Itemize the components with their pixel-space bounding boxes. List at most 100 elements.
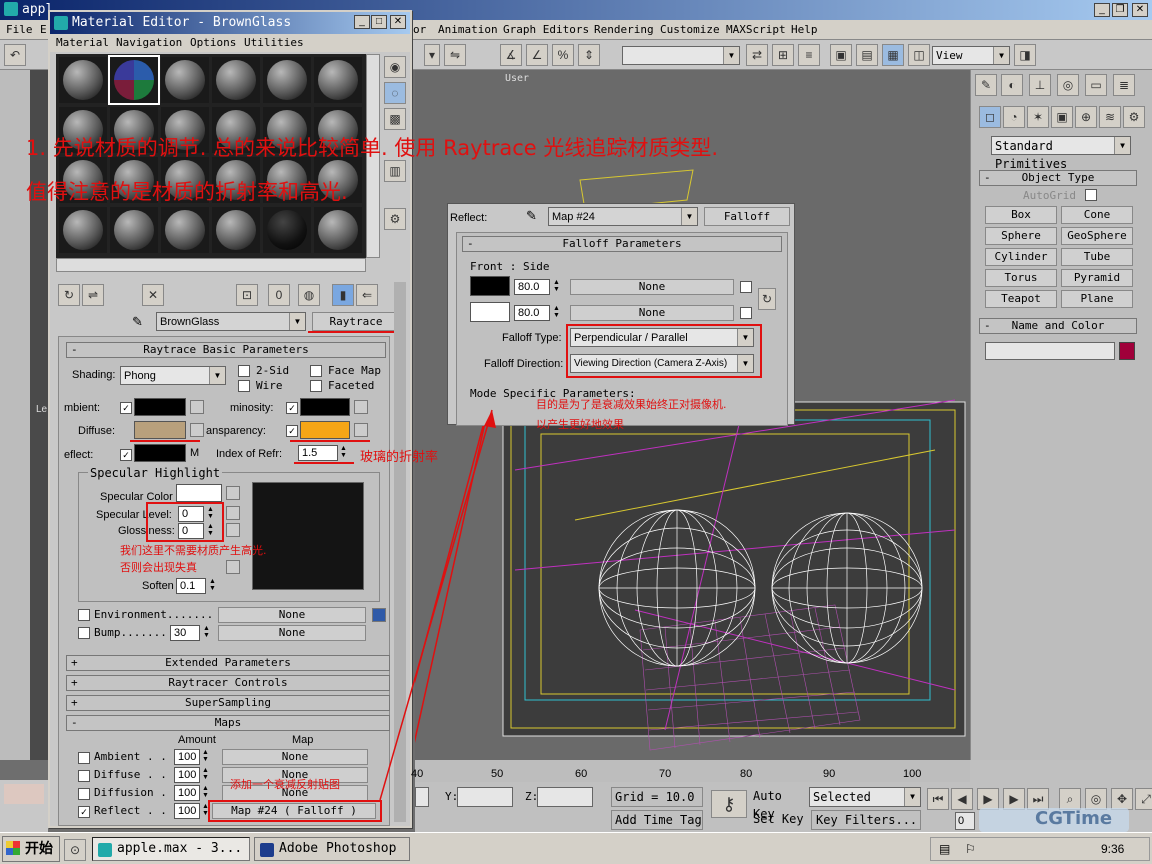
menu-or[interactable]: or [413, 23, 426, 36]
get-material-icon[interactable]: ↻ [58, 284, 80, 306]
auto-key-button[interactable]: Auto Key [753, 787, 807, 821]
spinner-snap-icon[interactable]: ⇕ [578, 44, 600, 66]
current-frame-field[interactable]: 0 [955, 812, 975, 830]
play-icon[interactable]: ▶ [977, 788, 999, 810]
specular-map-button[interactable] [226, 486, 240, 500]
schematic-icon[interactable]: ▤ [856, 44, 878, 66]
object-name-field[interactable] [985, 342, 1115, 360]
display-tab-icon[interactable]: ▭ [1085, 74, 1107, 96]
bump-amount-field[interactable]: 30 [170, 625, 200, 641]
go-parent-icon[interactable]: ⇐ [356, 284, 378, 306]
plane-button[interactable]: Plane [1061, 290, 1133, 308]
bump-amount-spinner[interactable]: ▲ ▼ [202, 625, 211, 641]
front-amount-spinner[interactable]: ▲ ▼ [552, 279, 561, 295]
ambient-checkbox[interactable]: ✓ [120, 402, 132, 414]
lights-icon[interactable]: ✶ [1027, 106, 1049, 128]
pyramid-button[interactable]: Pyramid [1061, 269, 1133, 287]
cone-button[interactable]: Cone [1061, 206, 1133, 224]
front-map-checkbox[interactable] [740, 281, 752, 293]
curve-editor-icon[interactable]: ▣ [830, 44, 852, 66]
front-map-button[interactable]: None [570, 279, 734, 295]
cylinder-button[interactable]: Cylinder [985, 248, 1057, 266]
minimize-button[interactable]: _ [1094, 3, 1110, 17]
quick-render-icon[interactable]: ◨ [1014, 44, 1036, 66]
raytracer-controls-rollout[interactable]: + Raytracer Controls [66, 675, 390, 691]
material-name-field[interactable]: BrownGlass ▼ [156, 312, 306, 331]
box-button[interactable]: Box [985, 206, 1057, 224]
video-color-check-icon[interactable]: ▥ [384, 160, 406, 182]
task-3dsmax[interactable]: apple.max - 3... [92, 837, 250, 861]
environment-checkbox[interactable] [78, 609, 90, 621]
maximize-viewport-icon[interactable]: ⤢ [1135, 788, 1152, 810]
material-id-icon[interactable]: 0 [268, 284, 290, 306]
pan-icon[interactable]: ✥ [1111, 788, 1133, 810]
sample-slot[interactable] [110, 207, 158, 253]
ambient-color-swatch[interactable] [134, 398, 186, 416]
sample-slot[interactable] [212, 57, 260, 103]
tube-button[interactable]: Tube [1061, 248, 1133, 266]
object-type-rollout[interactable]: - Object Type [979, 170, 1137, 186]
pick-map-icon[interactable]: ✎ [526, 208, 537, 224]
previous-frame-icon[interactable]: ◀ [951, 788, 973, 810]
geometry-icon[interactable]: ◻ [979, 106, 1001, 128]
primitive-type-dropdown[interactable]: Standard Primitives ▼ [991, 136, 1131, 171]
reset-map-icon[interactable]: ✕ [142, 284, 164, 306]
ior-field[interactable]: 1.5 [298, 445, 338, 461]
map-ambient-spinner[interactable]: ▲ ▼ [201, 749, 210, 765]
snap-icon[interactable]: ∡ [500, 44, 522, 66]
go-to-start-icon[interactable]: ⏮ [927, 788, 949, 810]
ior-spinner[interactable]: ▲ ▼ [339, 445, 348, 461]
wire-checkbox[interactable] [238, 380, 250, 392]
soften-spinner[interactable]: ▲ ▼ [208, 578, 217, 594]
reflect-map-indicator[interactable]: M [190, 447, 199, 459]
sample-slot[interactable] [314, 207, 362, 253]
background-icon[interactable]: ▩ [384, 108, 406, 130]
dropdown-arrow-icon[interactable]: ▾ [424, 44, 440, 66]
extended-parameters-rollout[interactable]: + Extended Parameters [66, 655, 390, 671]
restore-button[interactable]: ❐ [1112, 3, 1128, 17]
helpers-icon[interactable]: ⊕ [1075, 106, 1097, 128]
transparency-checkbox[interactable]: ✓ [286, 425, 298, 437]
specular-color-swatch[interactable] [176, 484, 222, 502]
menu-customize[interactable]: Customize [660, 23, 720, 36]
material-type-button[interactable]: Raytrace [312, 312, 400, 331]
transparency-map-button[interactable] [354, 423, 368, 437]
anisotropy-map-button[interactable] [226, 560, 240, 574]
sample-slot[interactable] [212, 207, 260, 253]
faceted-checkbox[interactable] [310, 380, 322, 392]
map-diffusion-spinner[interactable]: ▲ ▼ [201, 785, 210, 801]
side-amount-spinner[interactable]: ▲ ▼ [552, 305, 561, 321]
specular-level-map-button[interactable] [226, 506, 240, 520]
layer-icon[interactable]: ≡ [798, 44, 820, 66]
options-icon[interactable]: ⚙ [384, 208, 406, 230]
systems-icon[interactable]: ⚙ [1123, 106, 1145, 128]
mated-close-button[interactable]: ✕ [390, 15, 406, 29]
reflect-checkbox[interactable]: ✓ [120, 449, 132, 461]
next-frame-icon[interactable]: ▶ [1003, 788, 1025, 810]
mirror-tool-icon[interactable]: ⇄ [746, 44, 768, 66]
utilities-tab-icon[interactable]: ≣ [1113, 74, 1135, 96]
map-ambient-button[interactable]: None [222, 749, 368, 765]
side-map-button[interactable]: None [570, 305, 734, 321]
menu-animation[interactable]: Animation [438, 23, 498, 36]
z-coord-field[interactable] [537, 787, 593, 807]
put-to-scene-icon[interactable]: ⇌ [82, 284, 104, 306]
pick-material-icon[interactable]: ✎ [132, 314, 143, 330]
modify-tab-icon[interactable]: ◐ [1001, 74, 1023, 96]
align-icon[interactable]: ⊞ [772, 44, 794, 66]
angle-snap-icon[interactable]: ∠ [526, 44, 548, 66]
shading-dropdown[interactable]: Phong ▼ [120, 366, 226, 385]
mated-minimize-button[interactable]: _ [354, 15, 370, 29]
menu-file[interactable]: File [6, 23, 33, 36]
menu-utilities[interactable]: Utilities [244, 36, 304, 49]
material-effects-icon[interactable]: ⊡ [236, 284, 258, 306]
orbit-icon[interactable]: ◎ [1085, 788, 1107, 810]
teapot-button[interactable]: Teapot [985, 290, 1057, 308]
spacewarps-icon[interactable]: ≋ [1099, 106, 1121, 128]
sample-slot[interactable] [161, 57, 209, 103]
set-key-button[interactable]: Set Key [753, 810, 807, 830]
side-color-swatch[interactable] [470, 302, 510, 322]
swap-colors-icon[interactable]: ↻ [758, 288, 776, 310]
menu-graph-editors[interactable]: Graph Editors [503, 23, 589, 36]
object-color-swatch[interactable] [1119, 342, 1135, 360]
